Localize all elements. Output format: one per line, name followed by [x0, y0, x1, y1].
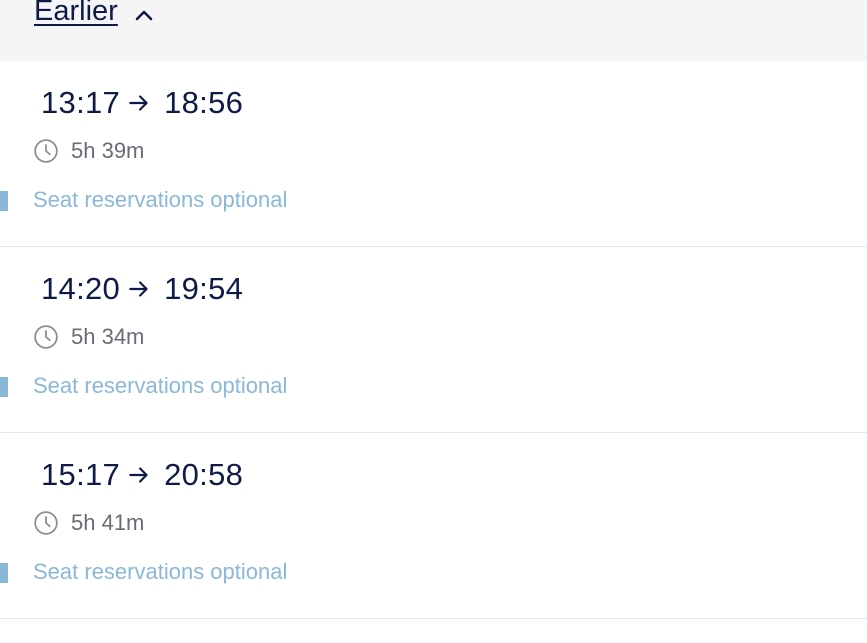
journey-list: 13:17 18:56 5h 39m Seat reservations opt… [0, 61, 867, 619]
arrival-time: 19:54 [164, 271, 244, 306]
clock-icon [34, 325, 58, 349]
seat-reservation-info: Seat reservations optional [33, 373, 288, 398]
journey-times: 15:17 20:58 [41, 457, 243, 493]
arrival-time: 18:56 [164, 85, 244, 120]
departure-time: 13:17 [41, 85, 121, 120]
arrow-right-icon [129, 467, 148, 483]
seat-reservation-info: Seat reservations optional [33, 559, 288, 584]
duration-text: 5h 41m [71, 510, 145, 535]
arrow-right-icon [129, 95, 148, 111]
clock-icon [34, 139, 58, 163]
departure-time: 14:20 [41, 271, 121, 306]
earlier-toggle-button[interactable]: Earlier [34, 0, 156, 28]
journey-duration: 5h 34m [33, 324, 144, 350]
duration-text: 5h 39m [71, 138, 145, 163]
seat-indicator-bar [0, 563, 8, 583]
journey-duration: 5h 41m [33, 510, 144, 536]
earlier-section-header: Earlier [0, 0, 867, 61]
journey-times: 14:20 19:54 [41, 271, 243, 307]
journey-times: 13:17 18:56 [41, 85, 243, 121]
journey-item[interactable]: 14:20 19:54 5h 34m Seat reservations opt… [0, 247, 867, 433]
earlier-label: Earlier [34, 0, 118, 27]
departure-time: 15:17 [41, 457, 121, 492]
clock-icon [34, 511, 58, 535]
duration-text: 5h 34m [71, 324, 145, 349]
seat-indicator-bar [0, 191, 8, 211]
chevron-up-icon [135, 10, 153, 20]
seat-indicator-bar [0, 377, 8, 397]
journey-item[interactable]: 15:17 20:58 5h 41m Seat reservations opt… [0, 433, 867, 619]
journey-duration: 5h 39m [33, 138, 144, 164]
arrival-time: 20:58 [164, 457, 244, 492]
arrow-right-icon [129, 281, 148, 297]
journey-item[interactable]: 13:17 18:56 5h 39m Seat reservations opt… [0, 61, 867, 247]
seat-reservation-info: Seat reservations optional [33, 187, 288, 212]
